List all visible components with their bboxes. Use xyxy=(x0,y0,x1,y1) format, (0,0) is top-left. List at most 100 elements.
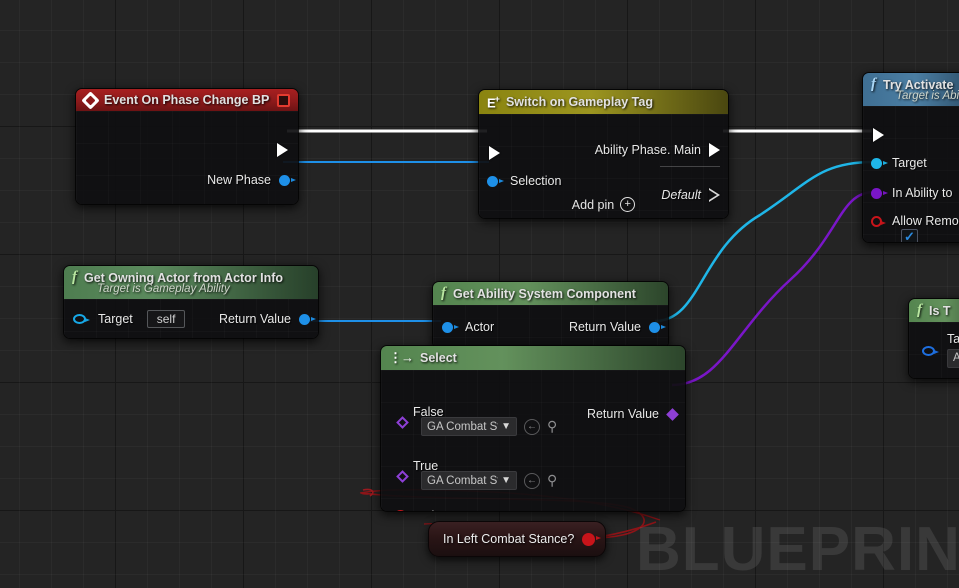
checkbox-checked-icon[interactable]: ✓ xyxy=(901,228,918,242)
node-try-activate[interactable]: f Try Activate Target is Abi Target In A… xyxy=(862,72,959,243)
pin-label-target: Target xyxy=(892,156,927,170)
return-value-output-pin[interactable] xyxy=(666,407,679,421)
actor-input-pin[interactable] xyxy=(442,321,459,333)
true-value-text: GA Combat Sta xyxy=(427,474,498,487)
node-title-bar[interactable]: f Get Ability System Component xyxy=(433,282,668,305)
search-icon[interactable]: ⚲ xyxy=(547,472,557,489)
wire-select-to-inability xyxy=(671,190,875,387)
function-f-icon: f xyxy=(871,76,876,92)
node-switch-on-gameplay-tag[interactable]: E+ Switch on Gameplay Tag Ability Phase.… xyxy=(478,89,729,220)
node-get-ability-system-component[interactable]: f Get Ability System Component Actor Ret… xyxy=(432,281,669,349)
red-square-delegate-icon[interactable] xyxy=(277,94,290,107)
ability-phase-main-exec-pin[interactable] xyxy=(709,143,720,158)
true-input-pin[interactable] xyxy=(396,470,409,483)
target-input-pin[interactable] xyxy=(73,314,90,324)
pin-row-actor[interactable]: Actor xyxy=(442,316,494,338)
function-f-icon: f xyxy=(917,302,922,318)
pin-row-exec-out[interactable] xyxy=(277,139,288,161)
pin-label-tag-wrap: Tag xyxy=(947,330,959,348)
node-body: Target self Return Value xyxy=(64,299,318,338)
stance-output-pin[interactable] xyxy=(582,533,601,546)
node-body: Actor Return Value xyxy=(433,305,668,348)
node-title-bar[interactable]: f Is T xyxy=(909,299,959,322)
pin-row-return-value[interactable]: Return Value xyxy=(586,403,679,425)
true-value-dropdown[interactable]: GA Combat Sta ▼ xyxy=(421,471,517,490)
pin-row-target[interactable]: Target xyxy=(871,152,927,174)
pin-label-ability-phase-main: Ability Phase. Main xyxy=(594,143,701,158)
pin-row-index[interactable]: Index xyxy=(394,505,448,511)
node-title-bar[interactable]: f Get Owning Actor from Actor Info Targe… xyxy=(64,266,318,299)
add-pin-label: Add pin xyxy=(571,197,615,212)
pin-row-exec-in[interactable] xyxy=(489,142,500,164)
node-title-bar[interactable]: f Try Activate Target is Abi xyxy=(863,73,959,106)
node-title-bar[interactable]: ⋮→ Select xyxy=(381,346,685,370)
pin-row-new-phase[interactable]: New Phase xyxy=(207,169,296,191)
node-title-text: Is T xyxy=(929,303,951,318)
node-title-text: Select xyxy=(420,351,457,365)
blueprint-graph-canvas[interactable]: Event On Phase Change BP New Phase E+ Sw… xyxy=(0,0,959,588)
node-title-bar[interactable]: E+ Switch on Gameplay Tag xyxy=(479,90,728,115)
index-input-pin[interactable] xyxy=(394,509,407,511)
node-title-bar[interactable]: Event On Phase Change BP xyxy=(76,89,298,111)
function-f-icon: f xyxy=(72,269,77,285)
true-value-row[interactable]: GA Combat Sta ▼ ← ⚲ xyxy=(421,471,557,490)
exec-input-pin[interactable] xyxy=(873,128,884,142)
node-title-text: In Left Combat Stance? xyxy=(443,532,575,546)
pin-label-new-phase: New Phase xyxy=(207,173,271,187)
tag-value-dropdown[interactable]: A xyxy=(947,348,959,368)
false-value-row[interactable]: GA Combat Sta ▼ ← ⚲ xyxy=(421,417,557,436)
false-input-pin[interactable] xyxy=(396,416,409,429)
pin-row-in-ability-to[interactable]: In Ability to xyxy=(871,182,952,204)
allow-remote-checkbox[interactable]: ✓ xyxy=(901,228,918,242)
new-phase-output-pin[interactable] xyxy=(279,174,296,186)
exec-input-pin[interactable] xyxy=(489,146,500,161)
node-get-owning-actor-from-actor-info[interactable]: f Get Owning Actor from Actor Info Targe… xyxy=(63,265,319,339)
pin-label-index: Index xyxy=(417,509,448,511)
target-input-pin[interactable] xyxy=(871,157,888,169)
pin-row-ability-phase-main[interactable]: Ability Phase. Main xyxy=(595,139,720,161)
target-self-field[interactable]: self xyxy=(146,310,186,328)
browse-back-icon[interactable]: ← xyxy=(524,472,540,489)
node-select[interactable]: ⋮→ Select False GA Combat Sta ▼ ← ⚲ True xyxy=(380,345,686,512)
node-title-text: Get Ability System Component xyxy=(453,286,636,301)
pin-row-target[interactable]: Target self xyxy=(73,308,186,330)
node-title-text: Event On Phase Change BP xyxy=(104,93,270,107)
tag-value-combo[interactable]: A xyxy=(947,348,959,368)
node-subtitle-text: Target is Abi xyxy=(896,90,959,102)
selection-input-pin[interactable] xyxy=(487,175,504,187)
pin-row-return-value[interactable]: Return Value xyxy=(218,308,316,330)
node-in-left-combat-stance[interactable]: In Left Combat Stance? xyxy=(428,521,606,557)
chevron-down-icon[interactable]: ▼ xyxy=(501,475,511,486)
tag-input-pin[interactable] xyxy=(922,346,939,356)
return-value-output-pin[interactable] xyxy=(649,321,666,333)
allow-remote-input-pin[interactable] xyxy=(871,215,886,227)
false-value-text: GA Combat Sta xyxy=(427,420,498,433)
event-diamond-icon xyxy=(81,90,100,110)
node-title-text: Switch on Gameplay Tag xyxy=(505,95,653,110)
chevron-down-icon[interactable]: ▼ xyxy=(501,421,511,432)
plus-circle-icon[interactable]: + xyxy=(620,197,636,213)
pin-row-exec-in[interactable] xyxy=(873,124,884,146)
pin-label-return-value: Return Value xyxy=(568,320,641,334)
function-f-icon: f xyxy=(441,285,446,301)
return-value-output-pin[interactable] xyxy=(299,313,316,325)
pin-label-return-value: Return Value xyxy=(218,312,291,326)
pin-row-selection[interactable]: Selection xyxy=(487,170,561,192)
node-body: Target In Ability to Allow Remo ✓ xyxy=(863,106,959,242)
false-value-dropdown[interactable]: GA Combat Sta ▼ xyxy=(421,417,517,436)
pin-row-return-value[interactable]: Return Value xyxy=(568,316,666,338)
exec-output-pin[interactable] xyxy=(277,143,288,157)
enum-switch-icon: E+ xyxy=(487,94,500,111)
pin-label-return-value: Return Value xyxy=(586,407,659,421)
pin-label-target: Target xyxy=(98,312,133,326)
node-event-on-phase-change-bp[interactable]: Event On Phase Change BP New Phase xyxy=(75,88,299,205)
search-icon[interactable]: ⚲ xyxy=(547,418,557,435)
in-ability-input-pin[interactable] xyxy=(871,187,888,199)
node-body: False GA Combat Sta ▼ ← ⚲ True GA Combat… xyxy=(381,370,685,511)
pin-label-selection: Selection xyxy=(510,174,562,189)
node-is-tag[interactable]: f Is T Tag A xyxy=(908,298,959,379)
blueprint-watermark: BLUEPRINT xyxy=(636,515,959,584)
default-separator xyxy=(660,166,720,168)
add-pin-button[interactable]: Add pin + xyxy=(479,197,728,213)
browse-back-icon[interactable]: ← xyxy=(524,418,540,435)
